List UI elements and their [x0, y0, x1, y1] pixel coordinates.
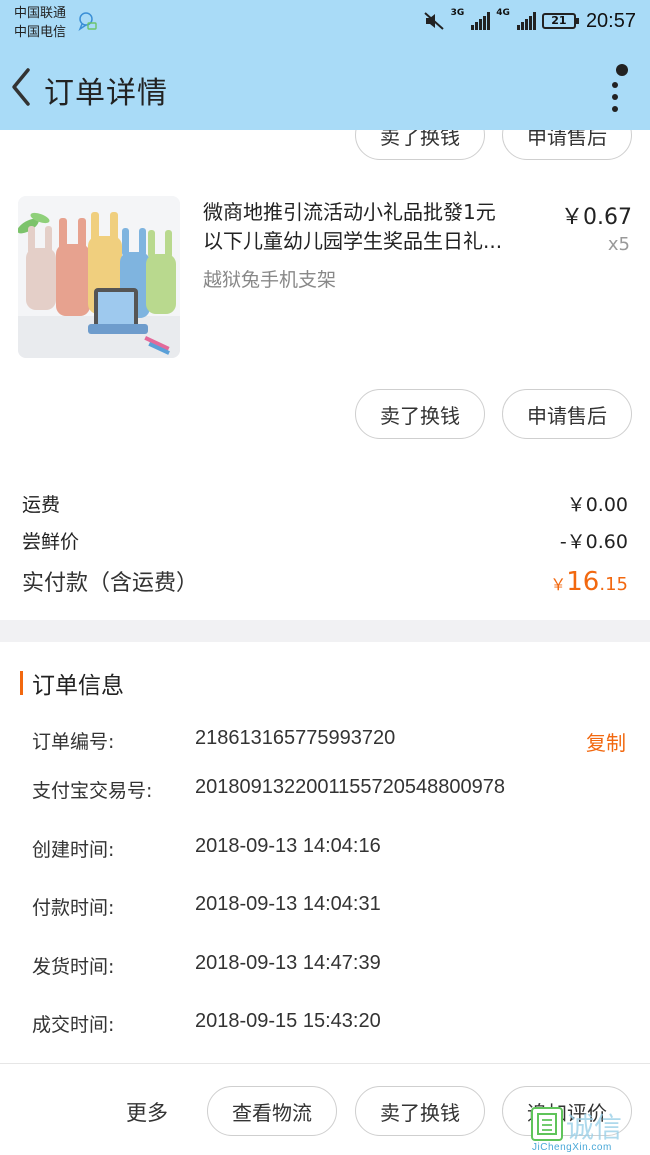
nav-bar: 订单详情 — [0, 52, 650, 122]
order-info-title: 订单信息 — [32, 673, 124, 699]
bottom-sell-label: 卖了换钱 — [380, 1100, 460, 1125]
sell-label: 卖了换钱 — [380, 403, 460, 428]
alipay-trade-row: 支付宝交易号: 2018091322001155720548800978 — [32, 776, 632, 806]
info-value: 2018-09-15 15:43:20 — [195, 1010, 381, 1032]
more-button[interactable]: 更多 — [126, 1097, 168, 1127]
order-detail-page: 卖了换钱 申请售后 中国联通 中国电信 3G 4G 21 20:57 订单详情 … — [0, 0, 650, 1155]
total-label: 实付款（含运费） — [22, 571, 199, 596]
battery-level: 21 — [551, 14, 567, 27]
info-value: 2018-09-13 14:04:16 — [195, 835, 381, 857]
order-number-row: 订单编号: 218613165775993720 复制 — [32, 727, 632, 757]
after-sale-label: 申请售后 — [527, 403, 607, 428]
shipping-label: 运费 — [22, 494, 61, 516]
signal-icon — [471, 12, 491, 30]
watermark-sub: JiChengXin.com — [532, 1142, 612, 1153]
info-value: 2018091322001155720548800978 — [195, 776, 505, 798]
product-title-line2: 以下儿童幼儿园学生奖品生日礼... — [203, 229, 503, 253]
battery-icon: 21 — [541, 13, 579, 29]
after-sale-button[interactable]: 申请售后 — [502, 389, 632, 439]
copy-button[interactable]: 复制 — [586, 727, 626, 756]
trial-value: -￥0.60 — [559, 531, 628, 553]
page-title: 订单详情 — [44, 76, 168, 111]
info-label: 订单编号: — [32, 731, 115, 753]
info-label: 付款时间: — [32, 897, 115, 919]
paid-time-row: 付款时间: 2018-09-13 14:04:31 — [32, 893, 632, 923]
info-value: 2018-09-13 14:04:31 — [195, 893, 381, 915]
info-label: 发货时间: — [32, 956, 115, 978]
total-int: 16 — [566, 567, 600, 597]
shipping-value: ￥0.00 — [566, 494, 628, 516]
network-4g-label: 4G — [496, 8, 510, 18]
shipping-fee-row: 运费 ￥0.00 — [22, 490, 628, 517]
shipped-time-row: 发货时间: 2018-09-13 14:47:39 — [32, 952, 632, 982]
carrier-1: 中国联通 — [14, 6, 67, 21]
status-bar: 中国联通 中国电信 3G 4G 21 20:57 — [0, 0, 650, 44]
product-price: ￥0.67 — [561, 205, 632, 230]
product-title-line1: 微商地推引流活动小礼品批發1元 — [203, 200, 496, 224]
section-divider — [0, 620, 650, 642]
trial-price-row: 尝鲜价 -￥0.60 — [22, 527, 628, 554]
bottom-sell-button[interactable]: 卖了换钱 — [355, 1086, 485, 1136]
product-image[interactable] — [18, 196, 180, 358]
info-label: 成交时间: — [32, 1014, 115, 1036]
total-paid-row: 实付款（含运费） ￥16.15 — [22, 565, 628, 597]
chat-bubble-icon — [78, 12, 97, 31]
signal-icon-2 — [516, 12, 536, 30]
info-label: 支付宝交易号: — [32, 780, 153, 802]
rabbit-phone-stand-image — [18, 196, 180, 358]
total-dec: .15 — [599, 574, 628, 595]
notification-dot — [616, 64, 628, 76]
back-arrow-icon[interactable] — [8, 62, 38, 112]
total-value: ￥16.15 — [550, 567, 628, 597]
carrier-info: 中国联通 中国电信 — [14, 4, 66, 42]
view-logistics-label: 查看物流 — [232, 1100, 312, 1125]
created-time-row: 创建时间: 2018-09-13 14:04:16 — [32, 835, 632, 865]
carrier-2: 中国电信 — [14, 25, 67, 40]
status-time: 20:57 — [585, 9, 636, 32]
heading-accent-bar — [20, 671, 23, 695]
info-label: 创建时间: — [32, 839, 115, 861]
completed-time-row: 成交时间: 2018-09-15 15:43:20 — [32, 1010, 632, 1040]
order-info-heading: 订单信息 — [20, 668, 124, 699]
header: 中国联通 中国电信 3G 4G 21 20:57 订单详情 — [0, 0, 650, 130]
product-title[interactable]: 微商地推引流活动小礼品批發1元 以下儿童幼儿园学生奖品生日礼... — [203, 198, 548, 256]
status-icons: 3G 4G 21 20:57 — [423, 8, 636, 34]
info-value: 2018-09-13 14:47:39 — [195, 952, 381, 974]
total-currency: ￥ — [550, 575, 567, 594]
view-logistics-button[interactable]: 查看物流 — [207, 1086, 337, 1136]
product-quantity: x5 — [607, 234, 630, 255]
site-watermark: 诚信 JiChengXin.com — [528, 1104, 646, 1154]
watermark-logo-icon — [531, 1107, 563, 1141]
mute-icon — [423, 12, 444, 30]
more-menu-icon[interactable] — [600, 64, 630, 112]
sell-button[interactable]: 卖了换钱 — [355, 389, 485, 439]
product-spec: 越狱兔手机支架 — [203, 269, 337, 291]
info-value: 218613165775993720 — [195, 727, 396, 749]
trial-label: 尝鲜价 — [22, 531, 80, 553]
network-3g-label: 3G — [450, 8, 465, 18]
watermark-text: 诚信 — [566, 1111, 623, 1144]
